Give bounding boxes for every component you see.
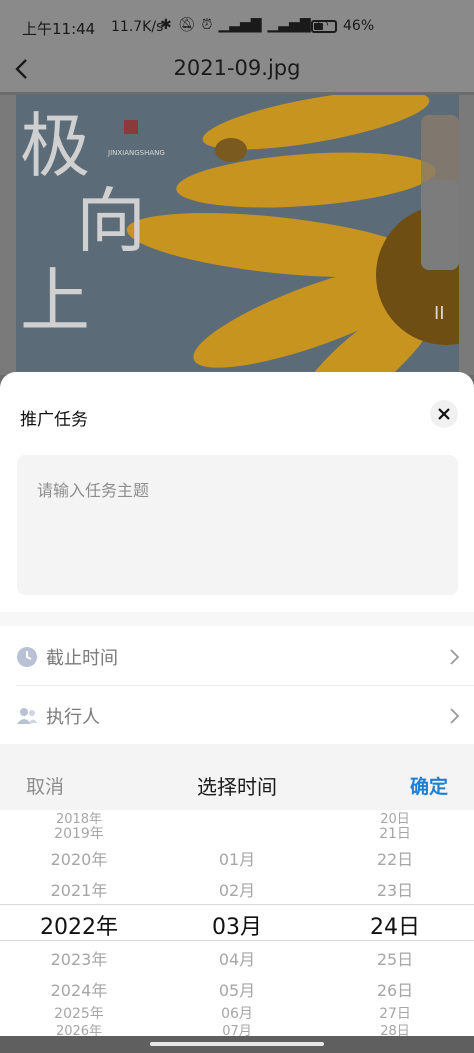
mute-icon: 🔕︎ bbox=[177, 17, 196, 33]
picker-title: 选择时间 bbox=[197, 775, 277, 799]
page-title: 2021-09.jpg bbox=[173, 56, 301, 80]
wheel-item[interactable]: 07月 bbox=[158, 1020, 316, 1036]
row-executor-label: 执行人 bbox=[46, 707, 100, 728]
task-topic-placeholder: 请输入任务主题 bbox=[37, 481, 150, 500]
alarm-icon: ⏰︎ bbox=[201, 17, 213, 33]
photo-preview: 极 向 上 JINXIANGSHANG II bbox=[16, 95, 459, 375]
promotion-task-sheet: 推广任务 请输入任务主题 截止时间 执行人 bbox=[0, 372, 474, 744]
signal-icon-2: ▁▃▅▇ bbox=[267, 17, 311, 33]
wheel-item[interactable]: 23日 bbox=[316, 877, 474, 901]
wheel-item[interactable]: 25日 bbox=[316, 946, 474, 970]
wheel-item-selected[interactable]: 24日 bbox=[316, 909, 474, 941]
clock-icon bbox=[17, 647, 37, 667]
app-bar: 2021-09.jpg bbox=[0, 48, 474, 92]
sheet-title: 推广任务 bbox=[20, 410, 88, 430]
time-picker-header: 取消 选择时间 确定 bbox=[0, 744, 474, 810]
wheel-item[interactable]: 05月 bbox=[158, 977, 316, 1001]
wheel-item[interactable]: 02月 bbox=[158, 877, 316, 901]
battery-indicator: 46% bbox=[311, 18, 374, 34]
task-topic-input[interactable]: 请输入任务主题 bbox=[17, 455, 458, 595]
wheel-item[interactable]: 01月 bbox=[158, 846, 316, 870]
wheel-item-selected[interactable]: 2022年 bbox=[0, 909, 158, 941]
status-icons: ✱ 🔕︎ ⏰︎ ▁▃▅▇ ▁▃▅▇ ◠ bbox=[160, 17, 329, 33]
battery-icon bbox=[311, 19, 337, 33]
chevron-right-icon bbox=[450, 708, 460, 724]
poster-char-3: 上 bbox=[20, 260, 90, 342]
section-divider bbox=[0, 612, 474, 626]
close-button[interactable] bbox=[430, 400, 458, 428]
wheel-item[interactable]: 28日 bbox=[316, 1020, 474, 1036]
row-deadline[interactable]: 截止时间 bbox=[0, 628, 474, 686]
home-gesture-handle[interactable] bbox=[150, 1042, 324, 1046]
wheel-item[interactable]: 22日 bbox=[316, 846, 474, 870]
wheel-item[interactable]: 2020年 bbox=[0, 846, 158, 870]
people-icon bbox=[17, 708, 37, 724]
time-picker-wheels[interactable]: 2018年 2019年 2020年 2021年 2022年 2023年 2024… bbox=[0, 810, 474, 1036]
wheel-item[interactable]: 2021年 bbox=[0, 877, 158, 901]
row-separator bbox=[16, 685, 474, 686]
wheel-item[interactable]: 26日 bbox=[316, 977, 474, 1001]
wheel-item[interactable]: 21日 bbox=[316, 823, 474, 843]
bluetooth-icon: ✱ bbox=[160, 17, 172, 33]
wheel-item[interactable]: 2024年 bbox=[0, 977, 158, 1001]
battery-percent: 46% bbox=[343, 18, 375, 34]
status-time: 上午11:44 bbox=[22, 20, 96, 38]
wheel-item[interactable]: 2019年 bbox=[0, 823, 158, 843]
row-deadline-label: 截止时间 bbox=[46, 648, 118, 669]
system-nav-bar bbox=[0, 1036, 474, 1053]
poster-char-2: 向 bbox=[76, 180, 146, 262]
close-icon bbox=[438, 408, 450, 420]
month-wheel[interactable]: 01月 02月 03月 04月 05月 06月 07月 bbox=[158, 810, 316, 1036]
poster-caption: JINXIANGSHANG bbox=[107, 149, 165, 157]
poster-char-1: 极 bbox=[20, 105, 90, 187]
signal-icon: ▁▃▅▇ bbox=[218, 17, 262, 33]
network-speed: 11.7K/s bbox=[111, 19, 164, 35]
poster-brand: II bbox=[434, 303, 445, 324]
chevron-right-icon bbox=[450, 649, 460, 665]
wheel-item[interactable]: 2026年 bbox=[0, 1020, 158, 1036]
year-wheel[interactable]: 2018年 2019年 2020年 2021年 2022年 2023年 2024… bbox=[0, 810, 158, 1036]
wheel-item-selected[interactable]: 03月 bbox=[158, 909, 316, 941]
wheel-item[interactable]: 2023年 bbox=[0, 946, 158, 970]
day-wheel[interactable]: 20日 21日 22日 23日 24日 25日 26日 27日 28日 bbox=[316, 810, 474, 1036]
wheel-item[interactable]: 04月 bbox=[158, 946, 316, 970]
confirm-button[interactable]: 确定 bbox=[410, 772, 448, 799]
sunflower-image: 极 向 上 JINXIANGSHANG II bbox=[16, 95, 459, 375]
row-executor[interactable]: 执行人 bbox=[0, 687, 474, 745]
